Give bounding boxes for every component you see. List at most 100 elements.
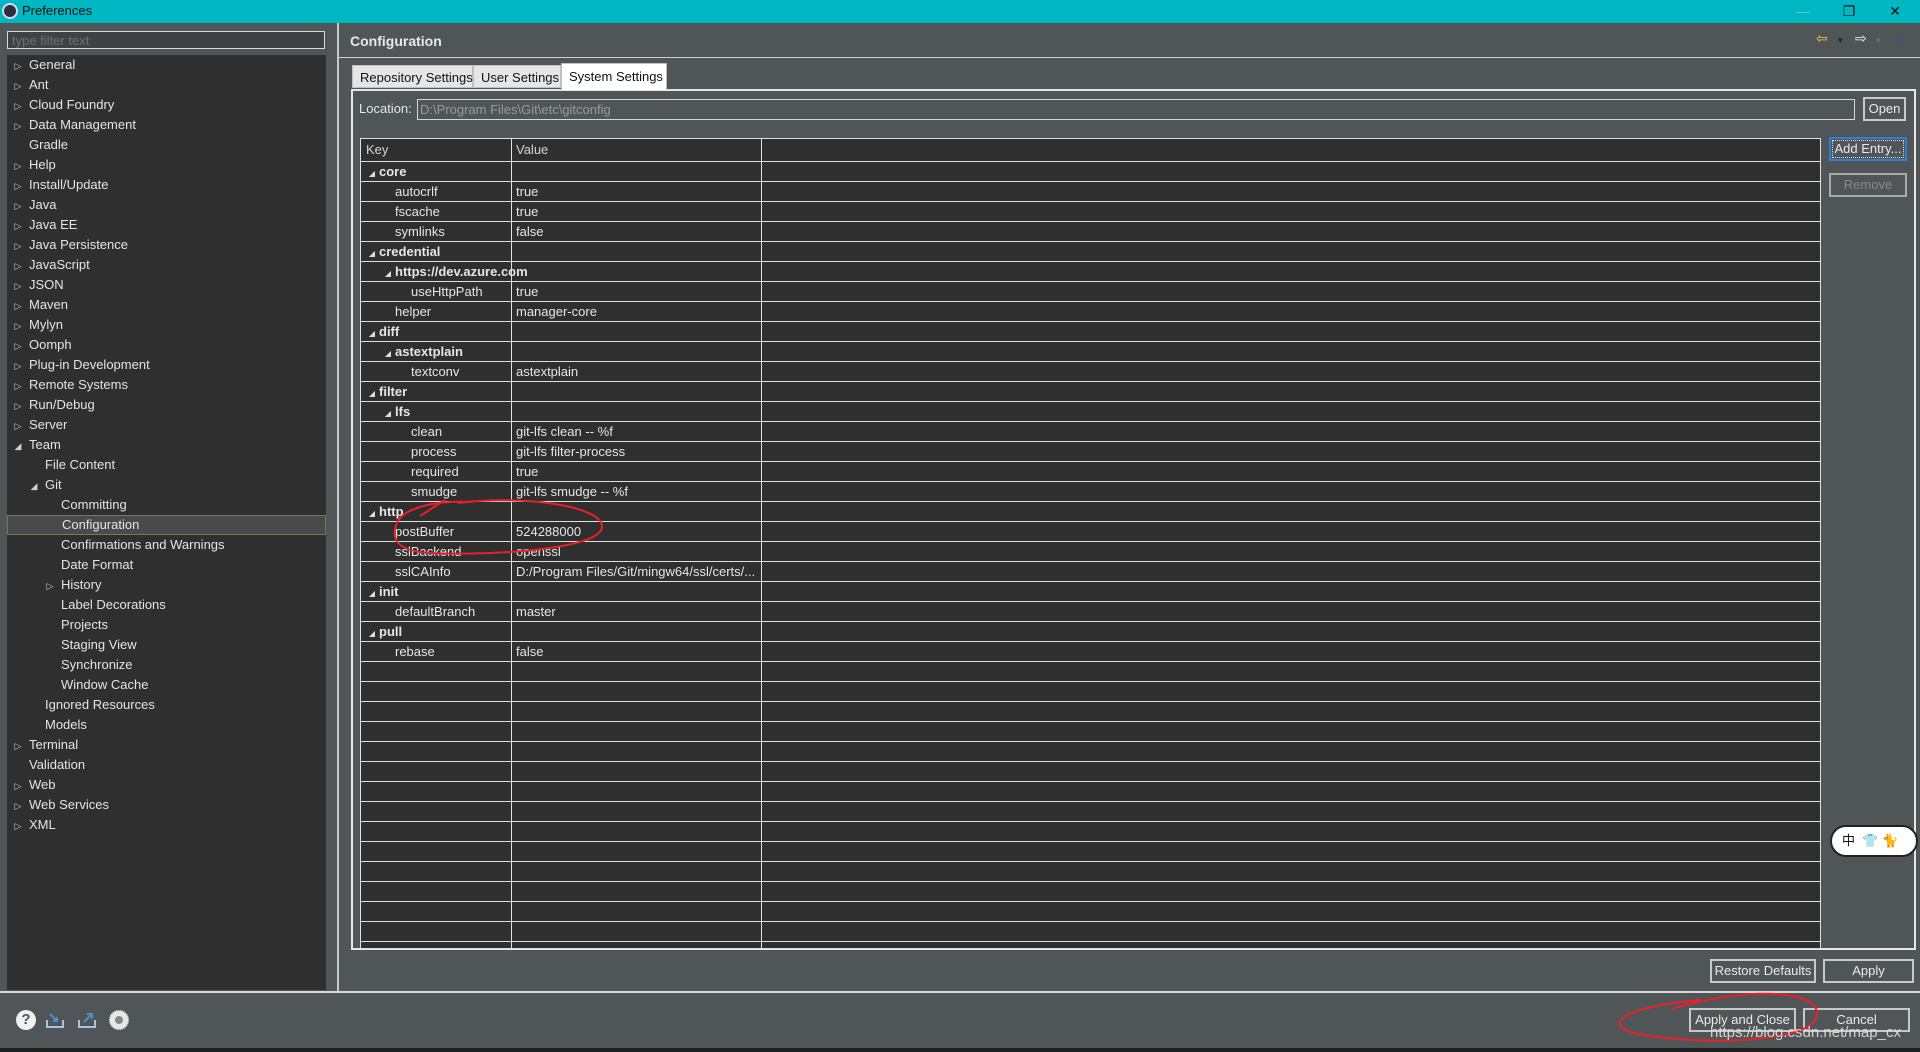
expand-arrow-icon[interactable]: ▷ <box>11 256 25 276</box>
tree-item[interactable]: ▷ XML <box>7 815 330 835</box>
table-row[interactable]: helper manager-core <box>361 302 1820 322</box>
column-header-key[interactable]: Key <box>361 139 511 161</box>
table-row[interactable] <box>361 902 1820 922</box>
collapse-arrow-icon[interactable]: ◢ <box>381 404 395 421</box>
apply-button[interactable]: Apply <box>1823 959 1914 983</box>
location-field[interactable]: D:\Program Files\Git\etc\gitconfig <box>417 99 1855 120</box>
maximize-button[interactable]: ❐ <box>1826 0 1872 23</box>
collapse-arrow-icon[interactable]: ◢ <box>365 324 379 341</box>
expand-arrow-icon[interactable]: ▷ <box>11 376 25 396</box>
tree-item[interactable]: ▷ History <box>7 575 362 595</box>
table-row[interactable]: ◢ filter <box>361 382 1820 402</box>
table-row[interactable]: required true <box>361 462 1820 482</box>
forward-arrow-icon[interactable]: ⇨ <box>1855 30 1867 47</box>
remove-button[interactable]: Remove <box>1829 173 1907 197</box>
table-row[interactable]: ◢ astextplain <box>361 342 1820 362</box>
table-row[interactable]: rebase false <box>361 642 1820 662</box>
collapse-arrow-icon[interactable]: ◢ <box>365 384 379 401</box>
collapse-arrow-icon[interactable]: ◢ <box>365 584 379 601</box>
tree-item[interactable]: ▷ Java <box>7 195 330 215</box>
tree-item[interactable]: ▷ General <box>7 55 330 75</box>
tree-item[interactable]: ▷ Ant <box>7 75 330 95</box>
collapse-arrow-icon[interactable]: ◢ <box>365 164 379 181</box>
table-row[interactable]: ◢ https://dev.azure.com <box>361 262 1820 282</box>
table-row[interactable]: ◢ core <box>361 162 1820 182</box>
tree-item[interactable]: ▷ Help <box>7 155 330 175</box>
view-menu-icon[interactable]: ▾ <box>1897 35 1902 46</box>
expand-arrow-icon[interactable]: ▷ <box>43 576 57 596</box>
table-row[interactable]: process git-lfs filter-process <box>361 442 1820 462</box>
tree-item[interactable]: ▷ Mylyn <box>7 315 330 335</box>
table-row[interactable]: useHttpPath true <box>361 282 1820 302</box>
open-button[interactable]: Open <box>1863 97 1906 121</box>
preferences-tree[interactable]: ▷ General ▷ Ant ▷ Cloud Foundry ▷ Data Manageme… <box>7 55 326 990</box>
table-row[interactable] <box>361 782 1820 802</box>
table-row[interactable] <box>361 682 1820 702</box>
table-row[interactable]: defaultBranch master <box>361 602 1820 622</box>
tab-repository-settings[interactable]: Repository Settings <box>352 65 473 88</box>
expand-arrow-icon[interactable]: ▷ <box>11 96 25 116</box>
tree-item[interactable]: ◢ Git <box>7 475 346 495</box>
expand-arrow-icon[interactable]: ▷ <box>11 76 25 96</box>
tree-item[interactable]: ▷ Terminal <box>7 735 330 755</box>
tree-item[interactable]: ▷ Java EE <box>7 215 330 235</box>
forward-history-dropdown-icon[interactable]: ▾ <box>1876 35 1881 46</box>
tree-item[interactable]: ▷ Plug-in Development <box>7 355 330 375</box>
expand-arrow-icon[interactable]: ▷ <box>11 176 25 196</box>
table-row[interactable] <box>361 842 1820 862</box>
table-row[interactable]: ◢ lfs <box>361 402 1820 422</box>
table-row[interactable]: clean git-lfs clean -- %f <box>361 422 1820 442</box>
tree-item[interactable]: Staging View <box>7 635 362 655</box>
table-row[interactable] <box>361 762 1820 782</box>
tree-item[interactable]: Models <box>7 715 346 735</box>
tree-item[interactable]: ▷ Remote Systems <box>7 375 330 395</box>
table-row[interactable]: smudge git-lfs smudge -- %f <box>361 482 1820 502</box>
export-icon[interactable] <box>77 1010 97 1030</box>
tree-item[interactable]: ▷ Cloud Foundry <box>7 95 330 115</box>
table-row[interactable]: ◢ init <box>361 582 1820 602</box>
tree-item[interactable]: ▷ Java Persistence <box>7 235 330 255</box>
filter-field[interactable] <box>7 31 325 49</box>
tree-item[interactable]: File Content <box>7 455 346 475</box>
collapse-arrow-icon[interactable]: ◢ <box>381 344 395 361</box>
expand-arrow-icon[interactable]: ▷ <box>11 336 25 356</box>
close-button[interactable]: ✕ <box>1872 0 1918 23</box>
tree-item[interactable]: Validation <box>7 755 330 775</box>
expand-arrow-icon[interactable]: ▷ <box>11 776 25 796</box>
tree-item[interactable]: ▷ Run/Debug <box>7 395 330 415</box>
table-row[interactable]: sslCAInfo D:/Program Files/Git/mingw64/ss… <box>361 562 1820 582</box>
add-entry-button[interactable]: Add Entry... <box>1829 137 1907 161</box>
ime-indicator[interactable]: 中 👕 🐈 <box>1830 825 1918 857</box>
tree-item[interactable]: Date Format <box>7 555 362 575</box>
tree-item[interactable]: ▷ JSON <box>7 275 330 295</box>
restore-defaults-button[interactable]: Restore Defaults <box>1710 959 1816 983</box>
expand-arrow-icon[interactable]: ▷ <box>11 236 25 256</box>
expand-arrow-icon[interactable]: ▷ <box>11 396 25 416</box>
expand-arrow-icon[interactable]: ▷ <box>11 316 25 336</box>
tree-item[interactable]: Window Cache <box>7 675 362 695</box>
table-row[interactable] <box>361 722 1820 742</box>
expand-arrow-icon[interactable]: ▷ <box>11 296 25 316</box>
tree-item[interactable]: ▷ Install/Update <box>7 175 330 195</box>
tree-item[interactable]: ▷ Maven <box>7 295 330 315</box>
tree-item[interactable]: Projects <box>7 615 362 635</box>
import-icon[interactable] <box>45 1010 65 1030</box>
table-row[interactable]: autocrlf true <box>361 182 1820 202</box>
minimize-button[interactable]: — <box>1780 0 1826 23</box>
help-icon[interactable]: ? <box>16 1010 36 1030</box>
expand-arrow-icon[interactable]: ▷ <box>11 796 25 816</box>
tree-item[interactable]: Committing <box>7 495 362 515</box>
config-table[interactable]: Key Value ◢ core autocrlf true fscache true sy… <box>360 138 1821 949</box>
back-arrow-icon[interactable]: ⇦ <box>1816 30 1828 47</box>
collapse-arrow-icon[interactable]: ◢ <box>27 476 41 496</box>
table-row[interactable] <box>361 862 1820 882</box>
expand-arrow-icon[interactable]: ▷ <box>11 56 25 76</box>
expand-arrow-icon[interactable]: ▷ <box>11 156 25 176</box>
tree-item[interactable]: Synchronize <box>7 655 362 675</box>
table-row[interactable]: ◢ pull <box>361 622 1820 642</box>
table-row[interactable]: ◢ credential <box>361 242 1820 262</box>
table-row[interactable] <box>361 882 1820 902</box>
collapse-arrow-icon[interactable]: ◢ <box>365 504 379 521</box>
collapse-arrow-icon[interactable]: ◢ <box>365 244 379 261</box>
back-history-dropdown-icon[interactable]: ▾ <box>1838 35 1843 46</box>
